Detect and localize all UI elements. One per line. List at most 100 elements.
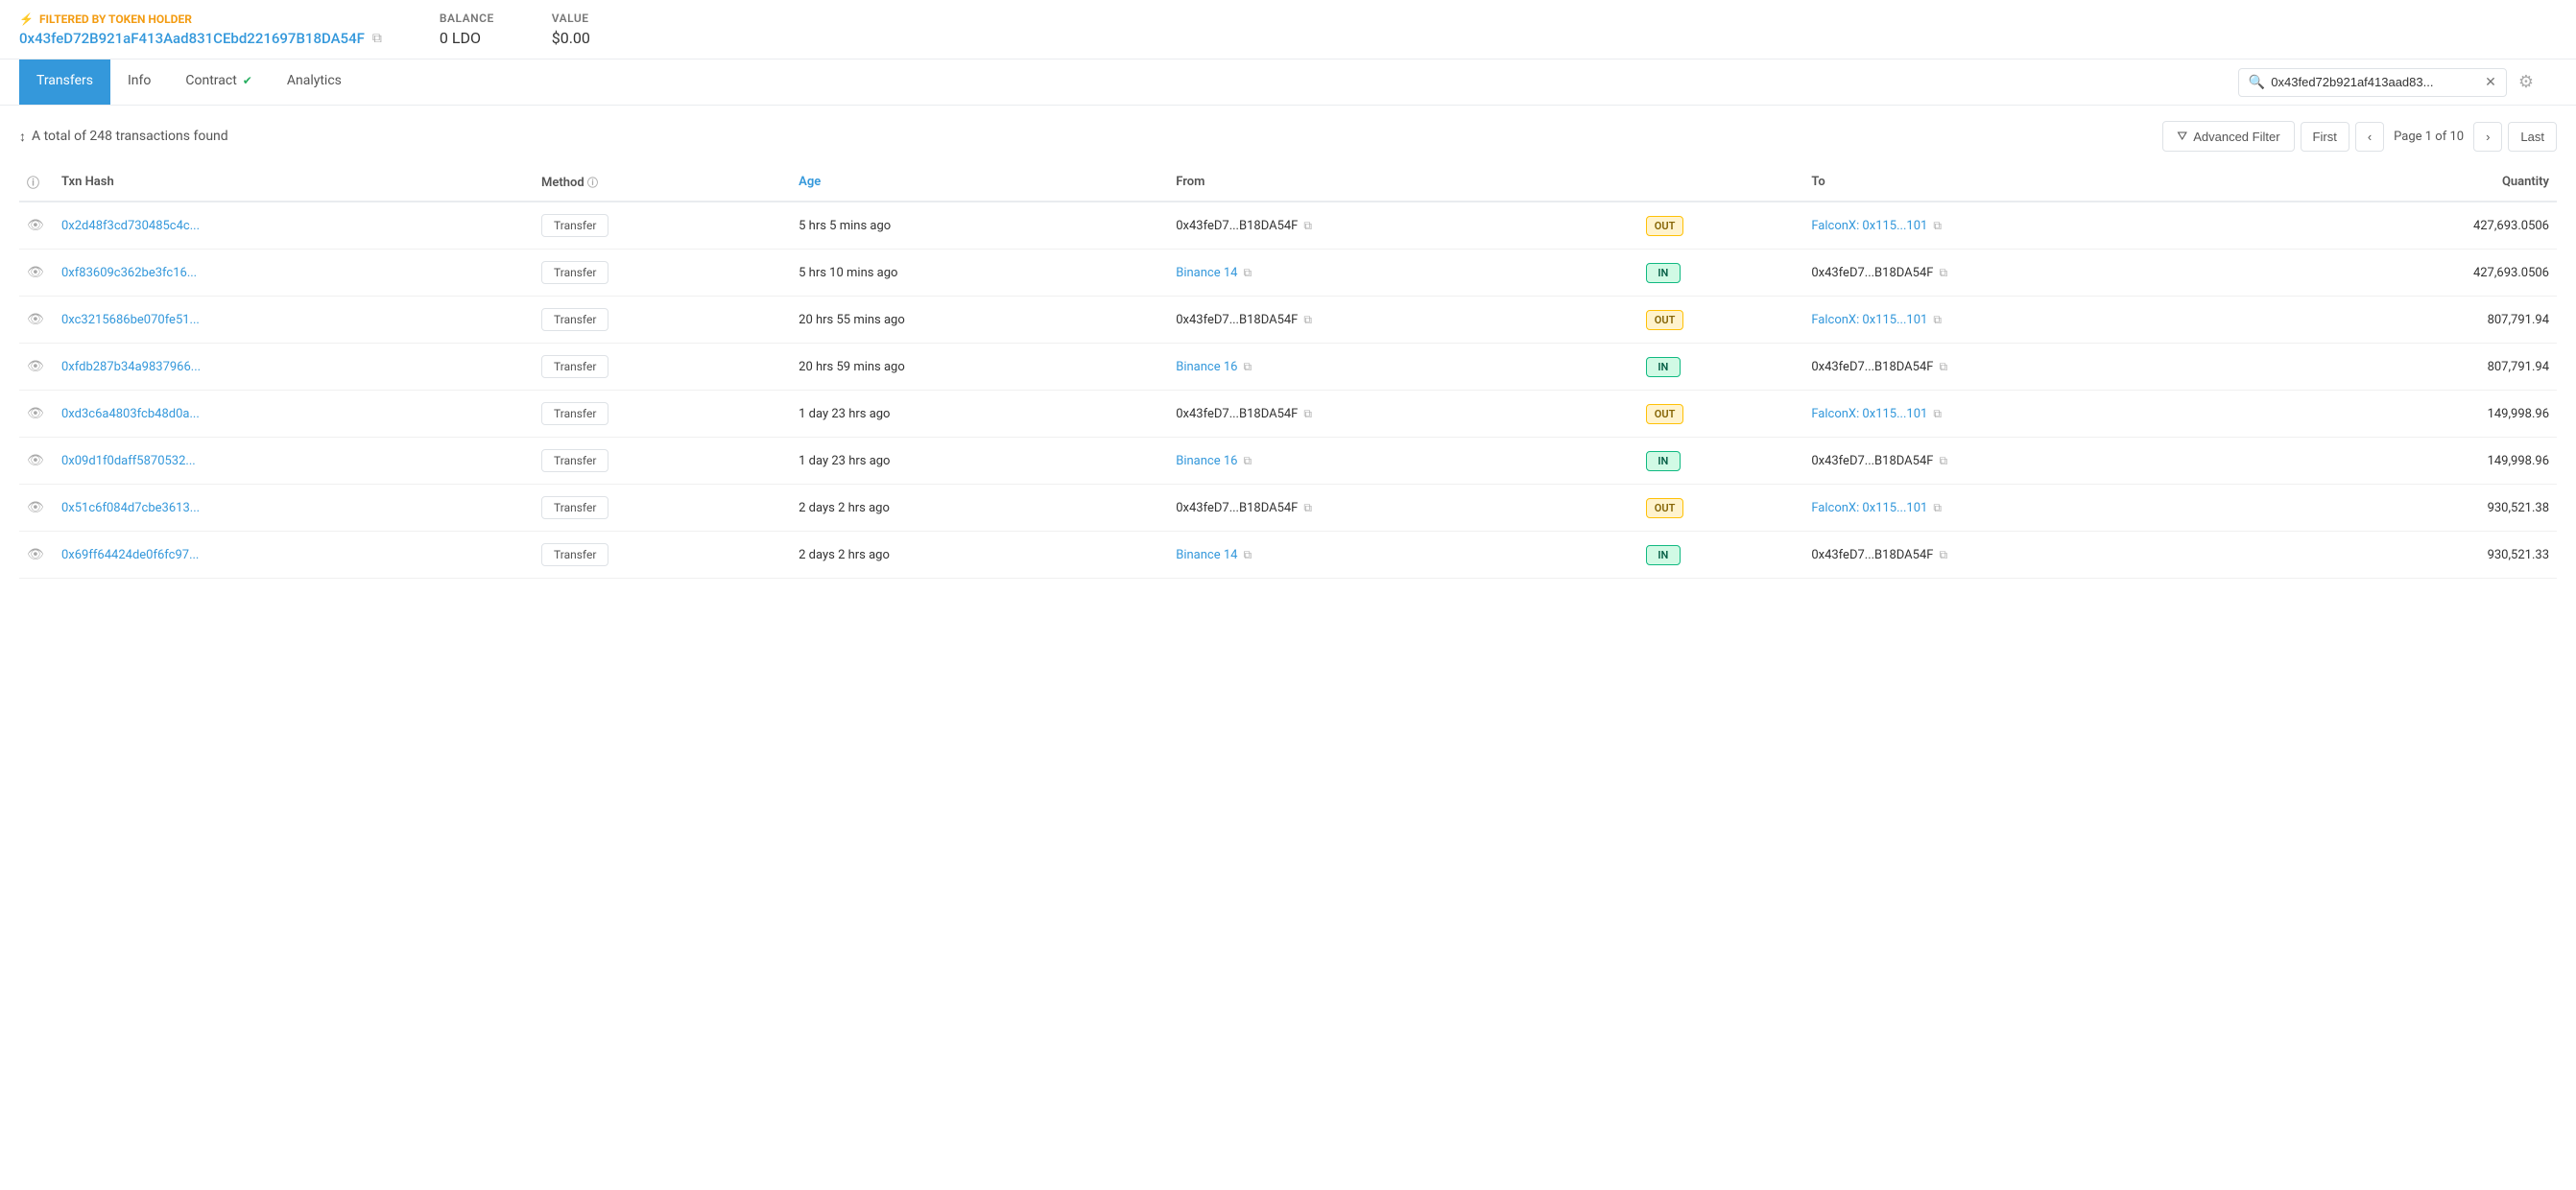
row-direction: IN bbox=[1638, 532, 1804, 579]
to-address-link[interactable]: FalconX: 0x115...101 bbox=[1811, 313, 1927, 327]
direction-badge: OUT bbox=[1646, 404, 1684, 424]
copy-from-icon[interactable]: ⧉ bbox=[1303, 501, 1312, 515]
row-eye-cell: 👁 bbox=[19, 250, 54, 297]
row-to: 0x43feD7...B18DA54F ⧉ bbox=[1803, 250, 2274, 297]
from-address-text: 0x43feD7...B18DA54F bbox=[1176, 219, 1298, 233]
eye-icon[interactable]: 👁 bbox=[27, 406, 44, 421]
row-quantity: 427,693.0506 bbox=[2274, 202, 2557, 250]
copy-from-icon[interactable]: ⧉ bbox=[1303, 407, 1312, 421]
from-address-link[interactable]: Binance 16 bbox=[1176, 454, 1237, 468]
row-quantity: 930,521.33 bbox=[2274, 532, 2557, 579]
to-address-link[interactable]: FalconX: 0x115...101 bbox=[1811, 407, 1927, 421]
to-address-link[interactable]: FalconX: 0x115...101 bbox=[1811, 219, 1927, 233]
col-age[interactable]: Age bbox=[791, 163, 1168, 202]
col-eye: ⓘ bbox=[19, 163, 54, 202]
tab-contract[interactable]: Contract ✔ bbox=[168, 60, 269, 105]
eye-icon[interactable]: 👁 bbox=[27, 218, 44, 233]
tab-transfers-label: Transfers bbox=[36, 73, 93, 88]
txn-hash-link[interactable]: 0xfdb287b34a9837966... bbox=[61, 360, 201, 374]
row-method: Transfer bbox=[534, 391, 791, 438]
age-text: 2 days 2 hrs ago bbox=[799, 501, 890, 515]
row-age: 5 hrs 10 mins ago bbox=[791, 250, 1168, 297]
table-header-row: ⓘ Txn Hash Method ⓘ Age From To Quantity bbox=[19, 163, 2557, 202]
copy-to-icon[interactable]: ⧉ bbox=[1933, 219, 1942, 233]
row-age: 5 hrs 5 mins ago bbox=[791, 202, 1168, 250]
filter-address-input[interactable] bbox=[2271, 75, 2479, 89]
row-txn-hash: 0xf83609c362be3fc16... bbox=[54, 250, 534, 297]
from-address-link[interactable]: Binance 14 bbox=[1176, 548, 1237, 562]
row-eye-cell: 👁 bbox=[19, 297, 54, 344]
copy-from-icon[interactable]: ⧉ bbox=[1243, 548, 1252, 562]
row-to: FalconX: 0x115...101 ⧉ bbox=[1803, 485, 2274, 532]
eye-icon[interactable]: 👁 bbox=[27, 265, 44, 280]
settings-icon[interactable]: ⚙ bbox=[2515, 68, 2538, 96]
eye-icon[interactable]: 👁 bbox=[27, 453, 44, 468]
method-badge: Transfer bbox=[541, 543, 608, 566]
filter-input-wrap[interactable]: 🔍 ✕ bbox=[2238, 68, 2507, 97]
row-from: Binance 14 ⧉ bbox=[1168, 250, 1638, 297]
from-address-link[interactable]: Binance 14 bbox=[1176, 266, 1237, 280]
tab-analytics[interactable]: Analytics bbox=[270, 60, 359, 105]
from-addr-wrap: 0x43feD7...B18DA54F ⧉ bbox=[1176, 407, 1631, 421]
eye-icon[interactable]: 👁 bbox=[27, 547, 44, 562]
txn-hash-link[interactable]: 0xf83609c362be3fc16... bbox=[61, 266, 197, 280]
table-row: 👁 0x2d48f3cd730485c4c... Transfer 5 hrs … bbox=[19, 202, 2557, 250]
filter-close-icon[interactable]: ✕ bbox=[2485, 75, 2496, 90]
copy-to-icon[interactable]: ⧉ bbox=[1939, 548, 1947, 562]
col-direction bbox=[1638, 163, 1804, 202]
copy-from-icon[interactable]: ⧉ bbox=[1243, 360, 1252, 374]
method-badge: Transfer bbox=[541, 496, 608, 519]
wallet-address[interactable]: 0x43feD72B921aF413Aad831CEbd221697B18DA5… bbox=[19, 30, 382, 47]
direction-badge: IN bbox=[1646, 357, 1681, 377]
row-to: FalconX: 0x115...101 ⧉ bbox=[1803, 297, 2274, 344]
method-badge: Transfer bbox=[541, 355, 608, 378]
txn-hash-link[interactable]: 0xc3215686be070fe51... bbox=[61, 313, 200, 327]
transactions-count-text: A total of 248 transactions found bbox=[32, 129, 228, 144]
row-quantity: 807,791.94 bbox=[2274, 297, 2557, 344]
balance-section: BALANCE 0 LDO bbox=[440, 12, 494, 47]
advanced-filter-button[interactable]: ⛛ Advanced Filter bbox=[2162, 121, 2294, 152]
copy-to-icon[interactable]: ⧉ bbox=[1939, 266, 1947, 280]
txn-hash-link[interactable]: 0x09d1f0daff5870532... bbox=[61, 454, 196, 468]
to-address-link[interactable]: FalconX: 0x115...101 bbox=[1811, 501, 1927, 515]
first-page-button[interactable]: First bbox=[2301, 122, 2349, 152]
copy-to-icon[interactable]: ⧉ bbox=[1933, 313, 1942, 327]
row-method: Transfer bbox=[534, 438, 791, 485]
eye-icon[interactable]: 👁 bbox=[27, 312, 44, 327]
txn-hash-link[interactable]: 0x2d48f3cd730485c4c... bbox=[61, 219, 200, 233]
row-to: FalconX: 0x115...101 ⧉ bbox=[1803, 202, 2274, 250]
prev-page-button[interactable]: ‹ bbox=[2355, 122, 2384, 152]
eye-icon[interactable]: 👁 bbox=[27, 500, 44, 515]
copy-to-icon[interactable]: ⧉ bbox=[1933, 501, 1942, 515]
value-amount: $0.00 bbox=[552, 29, 590, 47]
row-txn-hash: 0xd3c6a4803fcb48d0a... bbox=[54, 391, 534, 438]
copy-from-icon[interactable]: ⧉ bbox=[1303, 219, 1312, 233]
tab-transfers[interactable]: Transfers bbox=[19, 60, 110, 105]
copy-address-icon[interactable]: ⧉ bbox=[372, 31, 382, 46]
col-info-icon[interactable]: ⓘ bbox=[27, 177, 39, 191]
from-address-link[interactable]: Binance 16 bbox=[1176, 360, 1237, 374]
copy-from-icon[interactable]: ⧉ bbox=[1303, 313, 1312, 327]
txn-hash-link[interactable]: 0x51c6f084d7cbe3613... bbox=[61, 501, 200, 515]
copy-to-icon[interactable]: ⧉ bbox=[1933, 407, 1942, 421]
row-quantity: 930,521.38 bbox=[2274, 485, 2557, 532]
row-to: FalconX: 0x115...101 ⧉ bbox=[1803, 391, 2274, 438]
row-txn-hash: 0x09d1f0daff5870532... bbox=[54, 438, 534, 485]
copy-from-icon[interactable]: ⧉ bbox=[1243, 454, 1252, 468]
next-page-button[interactable]: › bbox=[2473, 122, 2502, 152]
copy-to-icon[interactable]: ⧉ bbox=[1939, 360, 1947, 374]
tabs-bar: Transfers Info Contract ✔ Analytics 🔍 ✕ … bbox=[0, 60, 2576, 106]
from-addr-wrap: Binance 16 ⧉ bbox=[1176, 454, 1631, 468]
txn-hash-link[interactable]: 0xd3c6a4803fcb48d0a... bbox=[61, 407, 200, 421]
method-help-icon[interactable]: ⓘ bbox=[587, 177, 598, 189]
table-row: 👁 0xd3c6a4803fcb48d0a... Transfer 1 day … bbox=[19, 391, 2557, 438]
from-address-text: 0x43feD7...B18DA54F bbox=[1176, 501, 1298, 515]
copy-from-icon[interactable]: ⧉ bbox=[1243, 266, 1252, 280]
from-addr-wrap: 0x43feD7...B18DA54F ⧉ bbox=[1176, 501, 1631, 515]
eye-icon[interactable]: 👁 bbox=[27, 359, 44, 374]
last-page-button[interactable]: Last bbox=[2508, 122, 2557, 152]
txn-hash-link[interactable]: 0x69ff64424de0f6fc97... bbox=[61, 548, 199, 562]
copy-to-icon[interactable]: ⧉ bbox=[1939, 454, 1947, 468]
filter-funnel-icon: ⛛ bbox=[2177, 129, 2187, 144]
tab-info[interactable]: Info bbox=[110, 60, 168, 105]
